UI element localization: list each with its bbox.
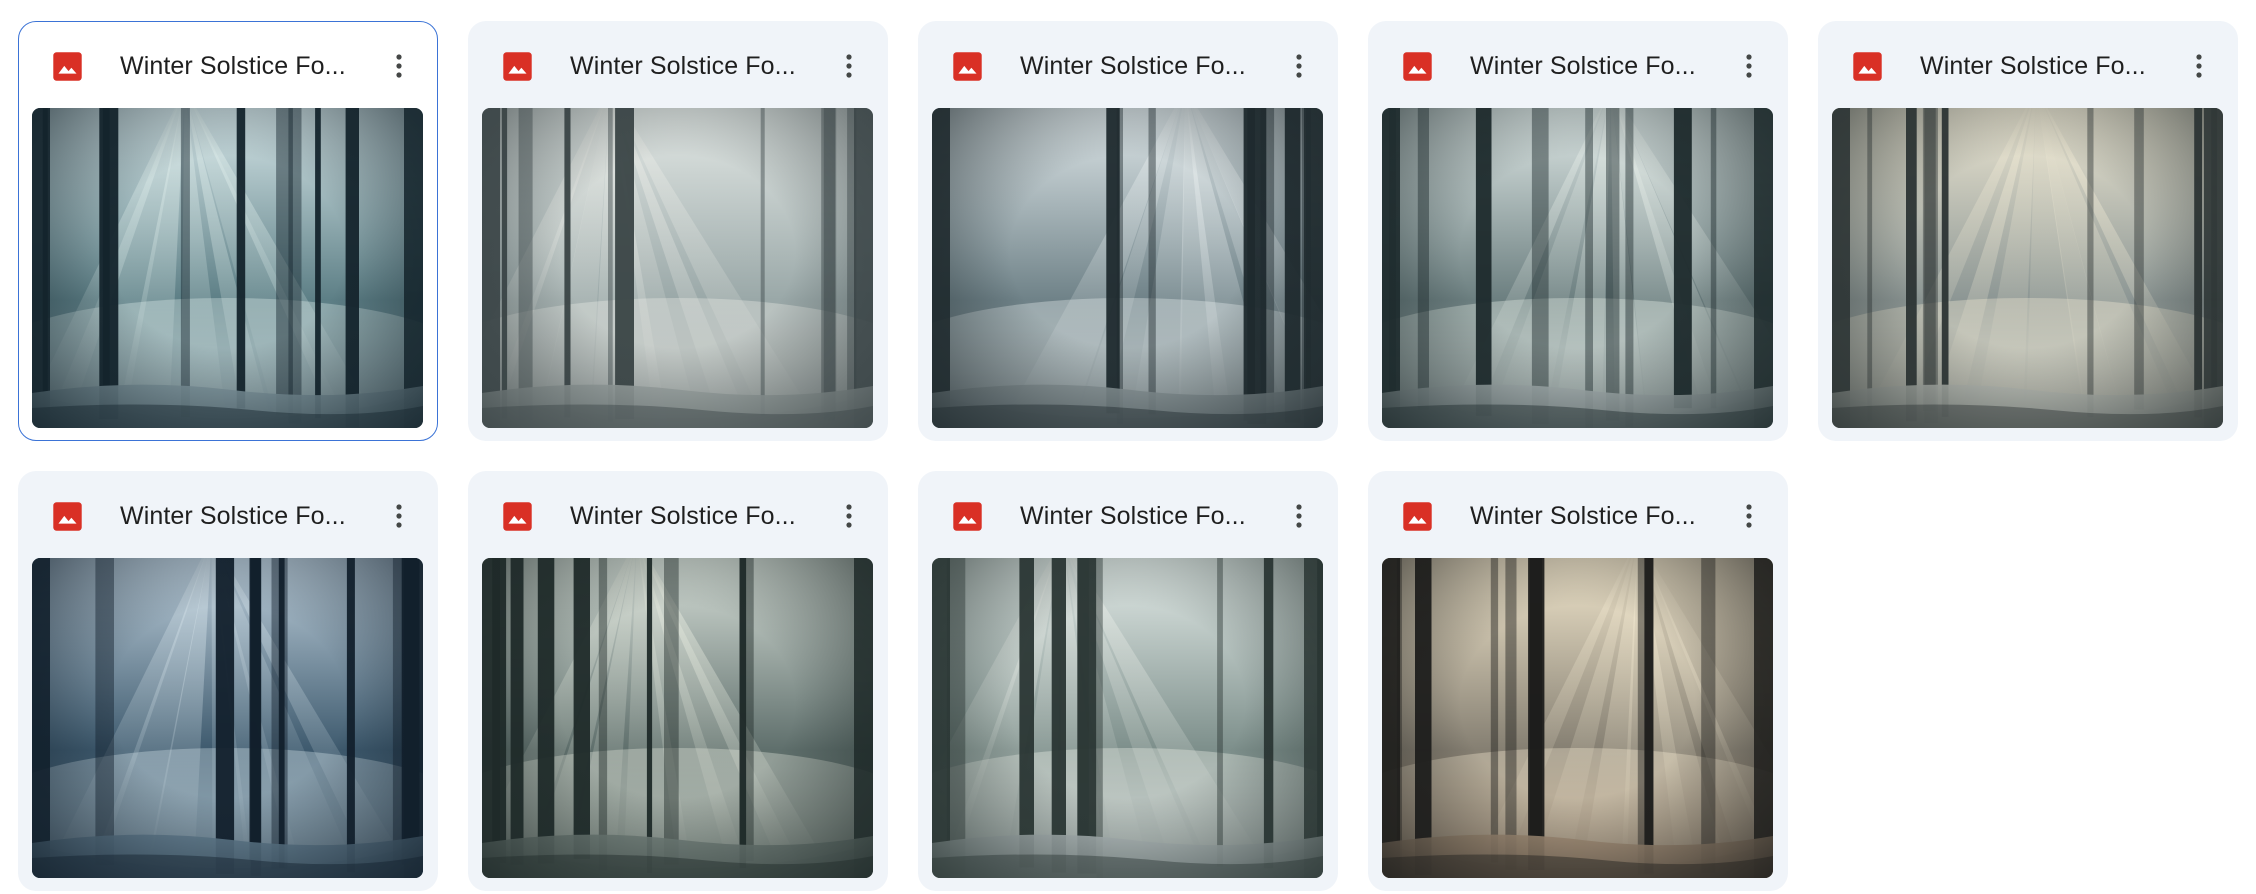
image-file-icon — [52, 51, 83, 82]
more-actions-button[interactable] — [377, 494, 421, 538]
file-card-header: Winter Solstice Fo... — [1369, 472, 1787, 558]
image-thumbnail[interactable] — [1382, 558, 1773, 878]
image-file-icon — [52, 501, 83, 532]
more-actions-button[interactable] — [1727, 494, 1771, 538]
image-thumbnail[interactable] — [1382, 108, 1773, 428]
file-card[interactable]: Winter Solstice Fo... — [468, 471, 888, 891]
more-actions-button[interactable] — [377, 44, 421, 88]
more-vert-icon — [2196, 54, 2202, 78]
file-card-header: Winter Solstice Fo... — [919, 472, 1337, 558]
file-name: Winter Solstice Fo... — [1920, 52, 2146, 80]
file-card[interactable]: Winter Solstice Fo... — [918, 21, 1338, 441]
image-file-icon — [1852, 51, 1883, 82]
file-card-header: Winter Solstice Fo... — [469, 472, 887, 558]
file-card-header: Winter Solstice Fo... — [1369, 22, 1787, 108]
file-card[interactable]: Winter Solstice Fo... — [1818, 21, 2238, 441]
file-name: Winter Solstice Fo... — [120, 502, 346, 530]
more-vert-icon — [396, 504, 402, 528]
file-name: Winter Solstice Fo... — [1020, 52, 1246, 80]
image-file-icon — [502, 51, 533, 82]
file-card[interactable]: Winter Solstice Fo... — [18, 21, 438, 441]
file-card-header: Winter Solstice Fo... — [19, 22, 437, 108]
file-card-header: Winter Solstice Fo... — [1819, 22, 2237, 108]
more-vert-icon — [1296, 504, 1302, 528]
file-grid: Winter Solstice Fo... Winter Solstice Fo.… — [18, 21, 2238, 891]
image-file-icon — [1402, 51, 1433, 82]
file-name: Winter Solstice Fo... — [570, 52, 796, 80]
more-vert-icon — [1746, 504, 1752, 528]
image-thumbnail[interactable] — [482, 558, 873, 878]
file-card[interactable]: Winter Solstice Fo... — [918, 471, 1338, 891]
more-actions-button[interactable] — [1277, 494, 1321, 538]
more-vert-icon — [1296, 54, 1302, 78]
file-name: Winter Solstice Fo... — [1470, 502, 1696, 530]
image-file-icon — [952, 51, 983, 82]
more-vert-icon — [846, 54, 852, 78]
more-actions-button[interactable] — [1277, 44, 1321, 88]
file-card[interactable]: Winter Solstice Fo... — [468, 21, 888, 441]
file-name: Winter Solstice Fo... — [1470, 52, 1696, 80]
file-card-header: Winter Solstice Fo... — [919, 22, 1337, 108]
image-thumbnail[interactable] — [932, 558, 1323, 878]
file-card-header: Winter Solstice Fo... — [19, 472, 437, 558]
file-card[interactable]: Winter Solstice Fo... — [18, 471, 438, 891]
image-file-icon — [502, 501, 533, 532]
image-thumbnail[interactable] — [32, 108, 423, 428]
file-card[interactable]: Winter Solstice Fo... — [1368, 21, 1788, 441]
more-actions-button[interactable] — [827, 44, 871, 88]
image-thumbnail[interactable] — [482, 108, 873, 428]
file-name: Winter Solstice Fo... — [120, 52, 346, 80]
file-name: Winter Solstice Fo... — [570, 502, 796, 530]
image-file-icon — [1402, 501, 1433, 532]
more-actions-button[interactable] — [2177, 44, 2221, 88]
more-vert-icon — [846, 504, 852, 528]
more-actions-button[interactable] — [1727, 44, 1771, 88]
image-file-icon — [952, 501, 983, 532]
file-name: Winter Solstice Fo... — [1020, 502, 1246, 530]
image-thumbnail[interactable] — [32, 558, 423, 878]
more-actions-button[interactable] — [827, 494, 871, 538]
image-thumbnail[interactable] — [1832, 108, 2223, 428]
file-card-header: Winter Solstice Fo... — [469, 22, 887, 108]
more-vert-icon — [1746, 54, 1752, 78]
more-vert-icon — [396, 54, 402, 78]
image-thumbnail[interactable] — [932, 108, 1323, 428]
file-card[interactable]: Winter Solstice Fo... — [1368, 471, 1788, 891]
